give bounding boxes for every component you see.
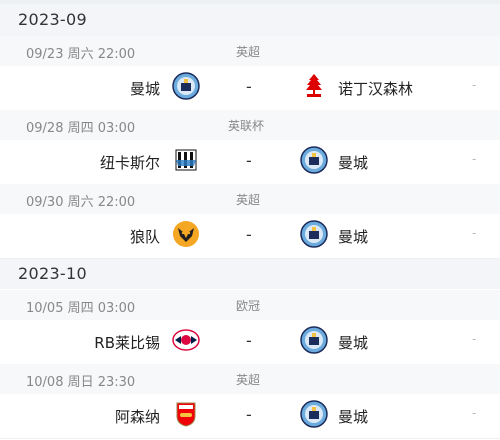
match-datetime: 09/30 周六 22:00 — [26, 195, 136, 210]
home-team-name: RB莱比锡 — [94, 334, 160, 352]
man-city-crest-icon — [300, 220, 328, 248]
away-team-name: 曼城 — [338, 334, 369, 352]
newcastle-crest-icon — [172, 146, 200, 174]
month-header: 2023-10 — [0, 259, 500, 289]
away-team-name: 曼城 — [338, 228, 369, 246]
man-city-crest-icon — [300, 146, 328, 174]
match-datetime: 10/08 周日 23:30 — [26, 375, 136, 390]
divider — [0, 438, 500, 439]
league-name: 英超 — [236, 373, 261, 387]
match-row[interactable]: RB莱比锡 - 曼城 - — [0, 320, 500, 364]
match-meta: 09/28 周四 03:00 英联杯 — [0, 110, 500, 140]
home-team-name: 阿森纳 — [114, 408, 160, 426]
vs-separator: - — [246, 405, 252, 424]
match-datetime: 10/05 周四 03:00 — [26, 301, 136, 316]
month-label: 2023-09 — [18, 10, 87, 29]
home-team-name: 曼城 — [129, 80, 160, 98]
vs-separator: - — [246, 225, 252, 244]
home-team-name: 狼队 — [129, 228, 160, 246]
league-name: 英超 — [236, 45, 261, 59]
match-meta: 09/23 周六 22:00 英超 — [0, 36, 500, 66]
vs-separator: - — [246, 151, 252, 170]
match-meta: 10/08 周日 23:30 英超 — [0, 364, 500, 394]
arsenal-crest-icon — [172, 400, 200, 428]
match-extra: - — [472, 226, 477, 240]
league-name: 欧冠 — [236, 299, 261, 313]
match-extra: - — [472, 78, 477, 92]
month-header: 2023-09 — [0, 4, 500, 36]
man-city-crest-icon — [300, 326, 328, 354]
match-row[interactable]: 曼城 - 诺丁汉森林 - — [0, 66, 500, 110]
match-datetime: 09/28 周四 03:00 — [26, 121, 136, 136]
league-name: 英超 — [236, 193, 261, 207]
wolves-crest-icon — [172, 220, 200, 248]
man-city-crest-icon — [300, 400, 328, 428]
match-row[interactable]: 纽卡斯尔 - 曼城 - — [0, 140, 500, 184]
match-extra: - — [472, 152, 477, 166]
home-team-name: 纽卡斯尔 — [99, 154, 160, 172]
away-team-name: 诺丁汉森林 — [338, 80, 414, 98]
match-extra: - — [472, 332, 477, 346]
man-city-crest-icon — [172, 72, 200, 100]
vs-separator: - — [246, 77, 252, 96]
nottingham-forest-crest-icon — [300, 72, 328, 100]
month-label: 2023-10 — [18, 264, 87, 283]
match-row[interactable]: 狼队 - 曼城 - — [0, 214, 500, 258]
rb-leipzig-crest-icon — [172, 326, 200, 354]
away-team-name: 曼城 — [338, 154, 369, 172]
match-meta: 10/05 周四 03:00 欧冠 — [0, 290, 500, 320]
match-meta: 09/30 周六 22:00 英超 — [0, 184, 500, 214]
league-name: 英联杯 — [228, 119, 265, 133]
match-datetime: 09/23 周六 22:00 — [26, 47, 136, 62]
match-row[interactable]: 阿森纳 - 曼城 - — [0, 394, 500, 438]
vs-separator: - — [246, 331, 252, 350]
match-extra: - — [472, 406, 477, 420]
away-team-name: 曼城 — [338, 408, 369, 426]
